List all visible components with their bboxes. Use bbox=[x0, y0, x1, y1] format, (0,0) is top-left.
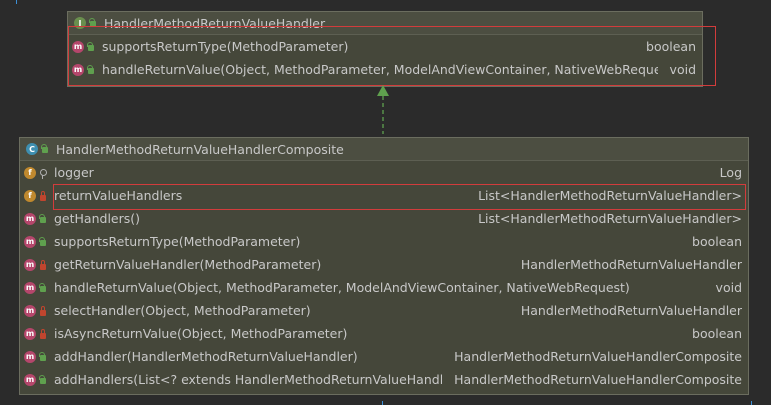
member-name: addHandler(HandlerMethodReturnValueHandl… bbox=[54, 349, 358, 364]
member-name: selectHandler(Object, MethodParameter) bbox=[54, 303, 311, 318]
public-visibility-icon bbox=[38, 236, 48, 248]
interface-members: m supportsReturnType(MethodParameter) bo… bbox=[68, 35, 702, 81]
member-type: void bbox=[669, 62, 696, 77]
static-visibility-icon bbox=[38, 167, 48, 179]
member-name: handleReturnValue(Object, MethodParamete… bbox=[54, 280, 630, 295]
public-visibility-icon bbox=[38, 351, 48, 363]
method-icon: m bbox=[24, 304, 36, 317]
public-visibility-icon bbox=[86, 64, 96, 76]
method-icon: m bbox=[72, 40, 84, 53]
member-type: Log bbox=[719, 165, 742, 180]
member-type: void bbox=[715, 280, 742, 295]
member-name: addHandlers(List<? extends HandlerMethod… bbox=[54, 372, 443, 387]
public-visibility-icon bbox=[88, 17, 98, 29]
member-type: boolean bbox=[646, 39, 696, 54]
method-icon: m bbox=[24, 212, 36, 225]
method-icon: m bbox=[24, 235, 36, 248]
member-type: HandlerMethodReturnValueHandler bbox=[520, 257, 742, 272]
private-visibility-icon bbox=[38, 190, 48, 202]
class-member-row[interactable]: m selectHandler(Object, MethodParameter)… bbox=[20, 299, 748, 322]
field-icon: f bbox=[24, 189, 36, 202]
method-icon: m bbox=[24, 327, 36, 340]
interface-member-row[interactable]: m supportsReturnType(MethodParameter) bo… bbox=[68, 35, 702, 58]
class-member-row[interactable]: f returnValueHandlers List<HandlerMethod… bbox=[20, 184, 748, 207]
canvas-tick-mark bbox=[751, 401, 752, 405]
implements-connector bbox=[377, 85, 389, 134]
member-name: getHandlers() bbox=[54, 211, 141, 226]
class-header: C HandlerMethodReturnValueHandlerComposi… bbox=[20, 138, 748, 161]
class-member-row[interactable]: f logger Log bbox=[20, 161, 748, 184]
class-member-row[interactable]: m handleReturnValue(Object, MethodParame… bbox=[20, 276, 748, 299]
method-icon: m bbox=[24, 258, 36, 271]
member-type: HandlerMethodReturnValueHandlerComposite bbox=[454, 349, 742, 364]
class-box[interactable]: C HandlerMethodReturnValueHandlerComposi… bbox=[19, 137, 749, 395]
public-visibility-icon bbox=[40, 143, 50, 155]
interface-header: I HandlerMethodReturnValueHandler bbox=[68, 12, 702, 35]
method-icon: m bbox=[24, 373, 36, 386]
method-icon: m bbox=[72, 63, 84, 76]
interface-title: HandlerMethodReturnValueHandler bbox=[104, 15, 326, 31]
class-members: f logger Log f returnValueHandlers List<… bbox=[20, 161, 748, 391]
canvas-tick-mark bbox=[382, 401, 383, 405]
member-name: handleReturnValue(Object, MethodParamete… bbox=[102, 62, 658, 77]
class-member-row[interactable]: m addHandlers(List<? extends HandlerMeth… bbox=[20, 368, 748, 391]
class-member-row[interactable]: m addHandler(HandlerMethodReturnValueHan… bbox=[20, 345, 748, 368]
member-type: List<HandlerMethodReturnValueHandler> bbox=[478, 188, 742, 203]
class-title: HandlerMethodReturnValueHandlerComposite bbox=[56, 141, 344, 157]
interface-box[interactable]: I HandlerMethodReturnValueHandler m supp… bbox=[67, 11, 703, 87]
class-member-row[interactable]: m supportsReturnType(MethodParameter) bo… bbox=[20, 230, 748, 253]
public-visibility-icon bbox=[38, 213, 48, 225]
member-type: List<HandlerMethodReturnValueHandler> bbox=[478, 211, 742, 226]
connector-arrowhead bbox=[377, 85, 389, 96]
private-visibility-icon bbox=[38, 328, 48, 340]
method-icon: m bbox=[24, 350, 36, 363]
class-icon: C bbox=[26, 143, 38, 155]
member-name: supportsReturnType(MethodParameter) bbox=[102, 39, 349, 54]
class-member-row[interactable]: m getHandlers() List<HandlerMethodReturn… bbox=[20, 207, 748, 230]
class-member-row[interactable]: m isAsyncReturnValue(Object, MethodParam… bbox=[20, 322, 748, 345]
member-name: getReturnValueHandler(MethodParameter) bbox=[54, 257, 322, 272]
member-name: returnValueHandlers bbox=[54, 188, 183, 203]
private-visibility-icon bbox=[38, 259, 48, 271]
interface-icon: I bbox=[74, 17, 86, 29]
member-type: boolean bbox=[692, 326, 742, 341]
member-name: supportsReturnType(MethodParameter) bbox=[54, 234, 301, 249]
canvas-tick-mark bbox=[16, 0, 17, 4]
member-type: boolean bbox=[692, 234, 742, 249]
member-name: isAsyncReturnValue(Object, MethodParamet… bbox=[54, 326, 348, 341]
public-visibility-icon bbox=[86, 41, 96, 53]
method-icon: m bbox=[24, 281, 36, 294]
interface-member-row[interactable]: m handleReturnValue(Object, MethodParame… bbox=[68, 58, 702, 81]
public-visibility-icon bbox=[38, 282, 48, 294]
member-name: logger bbox=[54, 165, 94, 180]
field-icon: f bbox=[24, 166, 36, 179]
private-visibility-icon bbox=[38, 305, 48, 317]
member-type: HandlerMethodReturnValueHandler bbox=[520, 303, 742, 318]
public-visibility-icon bbox=[38, 374, 48, 386]
member-type: HandlerMethodReturnValueHandlerComposite bbox=[454, 372, 742, 387]
class-member-row[interactable]: m getReturnValueHandler(MethodParameter)… bbox=[20, 253, 748, 276]
